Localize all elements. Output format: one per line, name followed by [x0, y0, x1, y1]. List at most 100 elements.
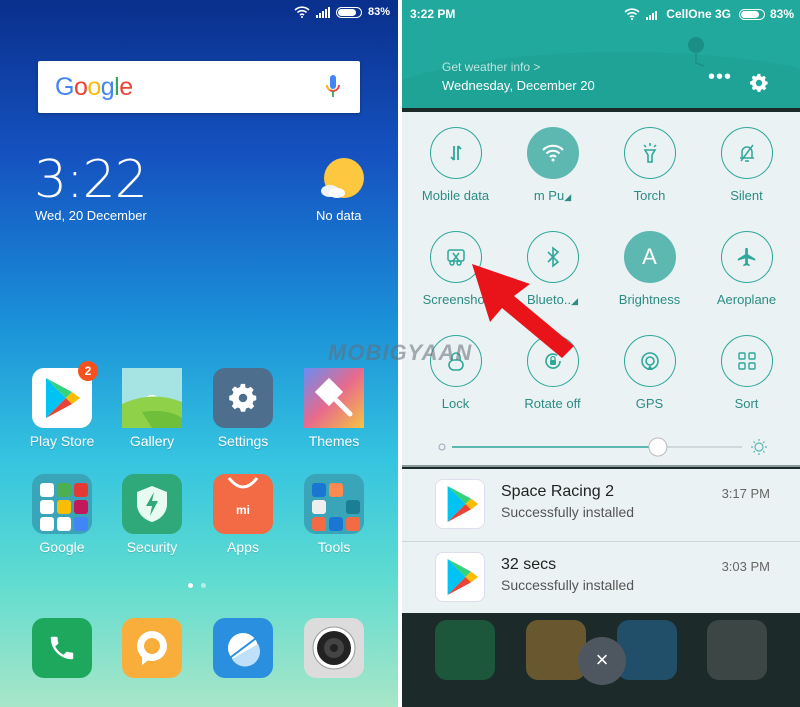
gear-icon [213, 368, 273, 428]
gallery-icon [122, 368, 182, 428]
watermark: MOBIGYAAN [328, 340, 473, 365]
app-label: Tools [317, 539, 351, 555]
toggle-label: Rotate off [524, 396, 581, 411]
dimmed-camera-app [707, 620, 767, 680]
status-time: 3:22 PM [410, 7, 456, 21]
sun-cloud-icon[interactable] [320, 158, 364, 202]
notification-title: 32 secs [501, 556, 557, 573]
carrier-name: CellOne 3G [666, 7, 731, 21]
logo-letter: G [55, 73, 74, 101]
brightness-slider[interactable] [438, 437, 768, 457]
mi-bag-icon: mi [213, 474, 273, 534]
expand-corner-icon[interactable]: ◢ [564, 192, 571, 202]
notification-item[interactable]: 32 secs Successfully installed 3:03 PM [402, 541, 800, 613]
battery-percent: 83% [769, 7, 794, 21]
weather-info-link[interactable]: Get weather info > [442, 60, 540, 74]
toggle-label: Torch [633, 188, 666, 203]
play-store-icon [435, 552, 485, 602]
dock-app-messages[interactable] [112, 618, 192, 678]
toggle-torch[interactable]: Torch [601, 127, 698, 203]
logo-letter: o [73, 73, 88, 101]
dimmed-messages-app [526, 620, 586, 680]
bell-off-icon [720, 127, 773, 179]
status-bar: 83% [294, 6, 390, 18]
app-label: Apps [227, 539, 259, 555]
app-themes[interactable]: Themes [294, 368, 374, 449]
notification-badge: 2 [78, 361, 98, 381]
toggle-label: Brightness [618, 292, 681, 307]
app-settings[interactable]: Settings [203, 368, 283, 449]
folder-icon [32, 474, 92, 534]
dock-app-camera[interactable] [294, 618, 374, 678]
app-gallery[interactable]: Gallery [112, 368, 192, 449]
shield-bolt-icon [122, 474, 182, 534]
dock-app-browser[interactable] [203, 618, 283, 678]
toggle-label: Sort [734, 396, 759, 411]
toggle-label: Lock [441, 396, 470, 411]
notification-subtitle: Successfully installed [501, 504, 635, 520]
wifi-icon [624, 8, 640, 20]
paintbrush-icon [304, 368, 364, 428]
signal-icon [315, 6, 330, 18]
camera-icon [304, 618, 364, 678]
signal-icon [646, 10, 658, 20]
toggle-wifi[interactable]: m Pu◢ [504, 127, 601, 203]
mic-icon[interactable] [326, 75, 340, 99]
airplane-icon [720, 231, 773, 283]
quick-settings-panel: Mobile data m Pu◢ Torch Silent Screenshot Blu… [402, 112, 800, 467]
app-security[interactable]: Security [112, 474, 192, 555]
page-indicator [188, 583, 206, 588]
torch-icon [623, 127, 676, 179]
toggle-gps[interactable]: GPS [601, 335, 698, 411]
more-options-button[interactable]: ••• [708, 67, 732, 87]
gps-icon [623, 335, 676, 387]
notification-subtitle: Successfully installed [501, 577, 635, 593]
app-label: Settings [217, 433, 269, 449]
brightness-auto-icon: A [623, 231, 676, 283]
app-label: Themes [308, 433, 360, 449]
logo-letter: o [87, 73, 101, 101]
app-label: Play Store [29, 433, 95, 449]
logo-letter: g [100, 73, 115, 101]
toggle-bell-off[interactable]: Silent [698, 127, 795, 203]
toggle-grid[interactable]: Sort [698, 335, 795, 411]
toggle-airplane[interactable]: Aeroplane [698, 231, 795, 307]
slider-thumb[interactable] [648, 437, 668, 457]
toggle-label: Mobile data [421, 188, 490, 203]
app-label: Security [126, 539, 178, 555]
weather-status: No data [316, 208, 362, 223]
google-search-bar[interactable]: Google [38, 61, 360, 113]
app-google[interactable]: Google [22, 474, 102, 555]
wifi-icon [526, 127, 579, 179]
notification-time: 3:03 PM [721, 559, 770, 574]
notification-item[interactable]: Space Racing 2 Successfully installed 3:17… [402, 469, 800, 541]
dimmed-phone-app [435, 620, 495, 680]
grid-icon [720, 335, 773, 387]
message-icon [122, 618, 182, 678]
app-apps[interactable]: mi Apps [203, 474, 283, 555]
status-bar: 3:22 PM CellOne 3G 83% [410, 7, 794, 21]
notification-time: 3:17 PM [721, 486, 770, 501]
svg-text:mi: mi [236, 503, 250, 517]
tree-illustration [688, 37, 705, 67]
page-dot [188, 583, 193, 588]
folder-icon [304, 474, 364, 534]
app-play-store[interactable]: 2 Play Store [22, 361, 102, 449]
notification-title: Space Racing 2 [501, 483, 614, 500]
clock-time[interactable]: 3:22 [34, 150, 148, 210]
toggle-mobile-data[interactable]: Mobile data [407, 127, 504, 203]
toggle-label: m Pu◢ [533, 188, 572, 203]
battery-icon [335, 6, 362, 18]
logo-letter: e [119, 73, 133, 101]
toggle-label: GPS [635, 396, 664, 411]
toggle-brightness-auto[interactable]: A Brightness [601, 231, 698, 307]
app-tools[interactable]: Tools [294, 474, 374, 555]
annotation-arrow [472, 264, 574, 358]
battery-icon [738, 8, 765, 20]
close-shade-button[interactable]: × [578, 637, 626, 685]
google-logo: Google [55, 73, 133, 102]
dock-app-phone[interactable] [22, 618, 102, 678]
shade-header: 3:22 PM CellOne 3G 83% Get weather info … [402, 0, 800, 108]
settings-gear-icon[interactable] [748, 72, 770, 94]
app-label: Google [39, 539, 85, 555]
